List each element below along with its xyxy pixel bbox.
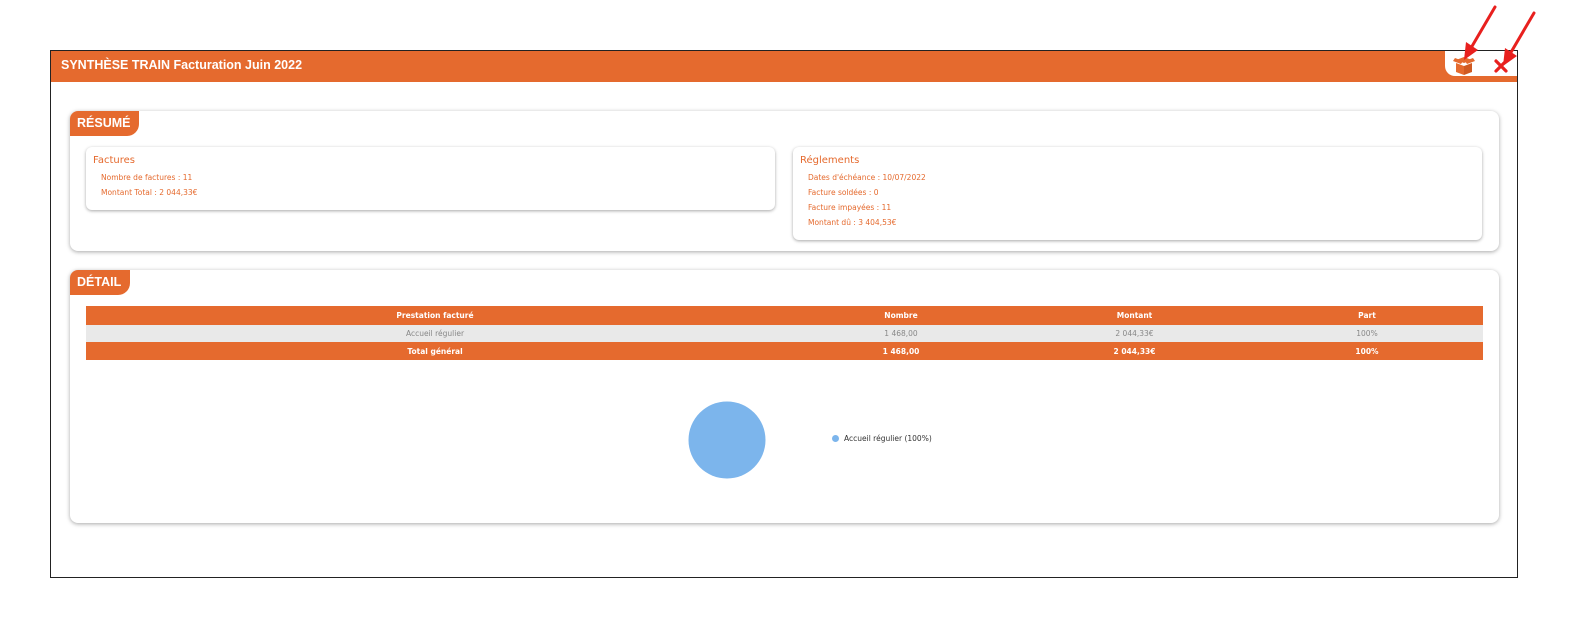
total-montant: 2 044,33€ — [1018, 342, 1251, 360]
reglements-due-date: Dates d'échéance : 10/07/2022 — [808, 173, 926, 182]
resume-card: RÉSUMÉ Factures Nombre de factures : 11 … — [70, 111, 1499, 251]
header-part: Part — [1251, 306, 1483, 325]
reglements-paid: Facture soldées : 0 — [808, 188, 879, 197]
total-part: 100% — [1251, 342, 1483, 360]
total-label: Total général — [86, 342, 784, 360]
table-row: Accueil régulier 1 468,00 2 044,33€ 100% — [86, 325, 1483, 342]
factures-total: Montant Total : 2 044,33€ — [101, 188, 198, 197]
export-button[interactable] — [1453, 54, 1475, 76]
pie-chart — [688, 401, 766, 479]
header-montant: Montant — [1018, 306, 1251, 325]
reglements-title: Réglements — [800, 155, 860, 166]
window-title: SYNTHÈSE TRAIN Facturation Juin 2022 — [61, 58, 303, 72]
header-nombre: Nombre — [784, 306, 1018, 325]
reglements-panel: Réglements Dates d'échéance : 10/07/2022… — [793, 147, 1482, 240]
table-header-row: Prestation facturé Nombre Montant Part — [86, 306, 1483, 325]
close-button[interactable] — [1491, 54, 1513, 76]
window-titlebar: SYNTHÈSE TRAIN Facturation Juin 2022 — [51, 51, 1517, 82]
close-x-icon — [1494, 59, 1508, 73]
cell-montant: 2 044,33€ — [1018, 325, 1251, 342]
header-prestation: Prestation facturé — [86, 306, 784, 325]
pie-legend-item[interactable]: Accueil régulier (100%) — [832, 434, 932, 443]
legend-label: Accueil régulier (100%) — [844, 434, 932, 443]
factures-count: Nombre de factures : 11 — [101, 173, 193, 182]
total-nombre: 1 468,00 — [784, 342, 1018, 360]
cell-part: 100% — [1251, 325, 1483, 342]
legend-dot — [832, 435, 839, 442]
cell-prestation: Accueil régulier — [86, 325, 784, 342]
pie-slice-accueil-r-gulier[interactable] — [688, 401, 766, 479]
detail-tag: DÉTAIL — [70, 270, 131, 295]
factures-title: Factures — [93, 155, 135, 166]
resume-tag: RÉSUMÉ — [70, 111, 140, 136]
reglements-amount-due: Montant dû : 3 404,53€ — [808, 218, 897, 227]
titlebar-actions — [1445, 51, 1517, 76]
reglements-unpaid: Facture impayées : 11 — [808, 203, 892, 212]
synthese-window: SYNTHÈSE TRAIN Facturation Juin 2022 RÉS… — [50, 50, 1518, 578]
factures-panel: Factures Nombre de factures : 11 Montant… — [86, 147, 775, 210]
detail-card: DÉTAIL Prestation facturé Nombre Montant… — [70, 270, 1499, 523]
cell-nombre: 1 468,00 — [784, 325, 1018, 342]
table-total-row: Total général 1 468,00 2 044,33€ 100% — [86, 342, 1483, 360]
open-box-icon — [1453, 57, 1475, 75]
detail-table: Prestation facturé Nombre Montant Part A… — [86, 306, 1483, 360]
